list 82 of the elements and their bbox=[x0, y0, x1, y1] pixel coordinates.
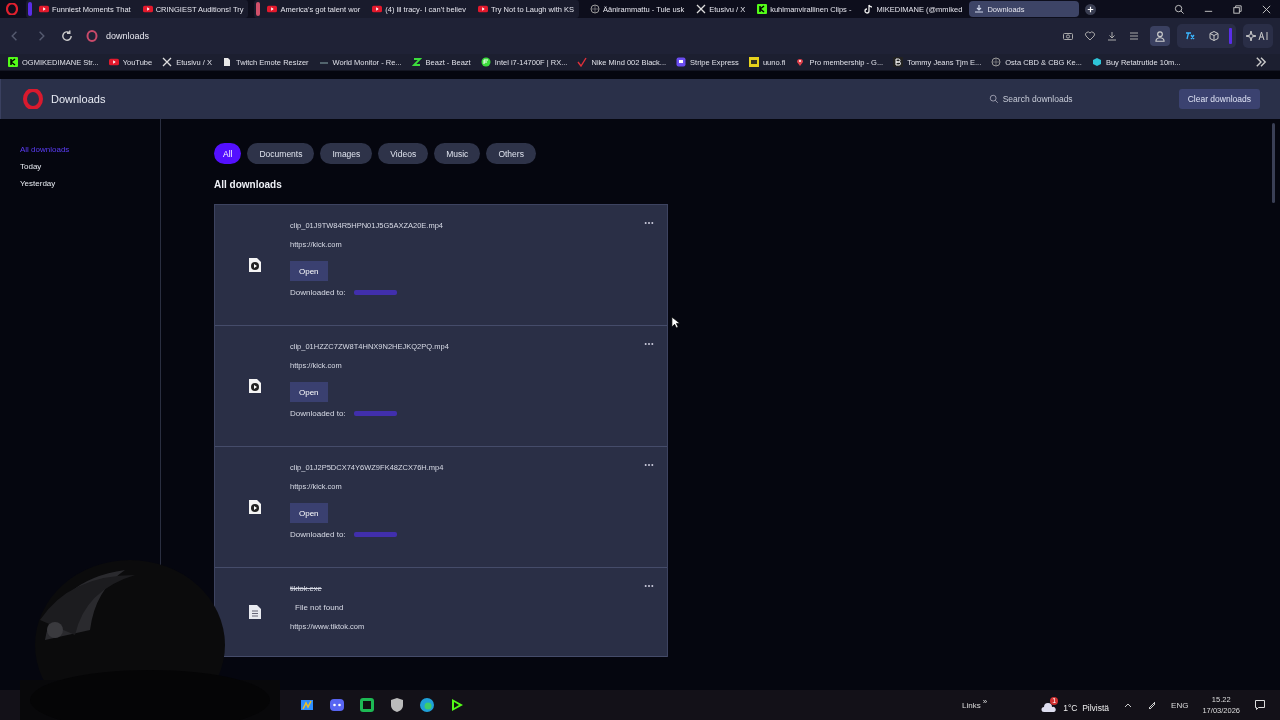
indicator-bar bbox=[1229, 28, 1232, 44]
k-logo-icon bbox=[8, 57, 18, 67]
cube-icon[interactable] bbox=[1208, 30, 1220, 42]
app-icon[interactable] bbox=[359, 697, 375, 713]
language-indicator[interactable]: ENG bbox=[1171, 700, 1189, 710]
menu-icon[interactable] bbox=[1128, 30, 1140, 42]
heart-icon[interactable] bbox=[1084, 30, 1096, 42]
more-options-icon[interactable] bbox=[644, 342, 654, 346]
opera-logo-icon[interactable] bbox=[6, 3, 18, 15]
search-icon bbox=[988, 94, 999, 104]
chat-icon bbox=[676, 57, 687, 67]
swoosh-icon bbox=[577, 57, 588, 67]
circle-logo-icon bbox=[480, 57, 491, 67]
play-icon bbox=[108, 57, 119, 67]
open-button[interactable]: Open bbox=[290, 503, 328, 523]
filter-chip[interactable]: Music bbox=[434, 143, 481, 164]
filter-chip[interactable]: Documents bbox=[247, 143, 315, 164]
pen-icon[interactable] bbox=[1147, 700, 1158, 710]
page-title: Downloads bbox=[51, 93, 106, 105]
search-icon[interactable] bbox=[1174, 3, 1185, 15]
letter-logo-icon bbox=[893, 57, 904, 67]
cube-icon bbox=[1091, 57, 1102, 67]
profile-icon[interactable] bbox=[1150, 26, 1170, 46]
search-field[interactable]: Search downloads bbox=[1002, 94, 1153, 104]
page-icon bbox=[222, 57, 233, 67]
location-label: Downloaded to: bbox=[290, 530, 346, 539]
file-icon bbox=[247, 604, 262, 620]
sidebar-item[interactable]: Yesterday bbox=[20, 179, 160, 188]
section-title: All downloads bbox=[214, 179, 283, 190]
more-options-icon[interactable] bbox=[644, 221, 654, 225]
location-label: Downloaded to: bbox=[290, 288, 346, 297]
filter-chip[interactable]: All bbox=[214, 143, 242, 164]
k-logo-icon bbox=[757, 4, 768, 14]
x-logo-icon bbox=[696, 4, 707, 14]
open-button[interactable]: Open bbox=[290, 261, 328, 281]
tab-group-marker[interactable] bbox=[256, 2, 261, 16]
plus-icon[interactable] bbox=[1085, 3, 1097, 15]
square-logo-icon bbox=[748, 57, 759, 67]
chat-app-icon[interactable] bbox=[329, 697, 345, 713]
camera-icon[interactable] bbox=[1062, 30, 1074, 42]
x-logo-icon bbox=[162, 57, 173, 67]
filter-chip[interactable]: Videos bbox=[378, 143, 429, 164]
globe-icon bbox=[991, 57, 1002, 67]
opera-logo-icon bbox=[23, 89, 43, 109]
play-icon bbox=[39, 4, 49, 14]
reload-icon[interactable] bbox=[60, 29, 74, 43]
more-options-icon[interactable] bbox=[644, 584, 654, 588]
download-icon bbox=[974, 4, 985, 14]
close-icon[interactable] bbox=[1261, 3, 1272, 15]
clear-downloads-button[interactable]: Clear downloads bbox=[1178, 89, 1260, 109]
play-icon bbox=[372, 4, 383, 14]
more-toolbar-chevron[interactable]: » bbox=[982, 696, 988, 706]
play-icon bbox=[267, 4, 278, 14]
video-file-icon bbox=[247, 257, 262, 273]
tab-group-marker[interactable] bbox=[28, 2, 32, 16]
globe-icon bbox=[590, 4, 600, 14]
toolbar-label[interactable]: Links bbox=[962, 700, 981, 710]
play-icon[interactable] bbox=[449, 697, 465, 713]
cloud-icon bbox=[1041, 703, 1058, 713]
open-button[interactable]: Open bbox=[290, 382, 328, 402]
play-icon bbox=[142, 4, 153, 14]
mouse-cursor-icon bbox=[671, 316, 680, 329]
file-status: File not found bbox=[294, 603, 344, 614]
shield-icon[interactable] bbox=[389, 697, 405, 713]
filter-chip[interactable]: Others bbox=[486, 143, 536, 164]
pin-icon bbox=[795, 57, 806, 67]
music-note-icon bbox=[863, 4, 874, 14]
app-icon[interactable] bbox=[299, 697, 315, 713]
play-icon bbox=[477, 4, 488, 14]
restore-icon[interactable] bbox=[1232, 3, 1243, 15]
video-file-icon bbox=[247, 378, 262, 394]
filter-chip[interactable]: Images bbox=[320, 143, 373, 164]
opera-logo-icon bbox=[86, 30, 98, 42]
chevron-icon[interactable] bbox=[1254, 55, 1268, 69]
translate-icon[interactable] bbox=[1184, 30, 1196, 42]
sidebar-item[interactable]: Today bbox=[20, 162, 160, 171]
download-icon[interactable] bbox=[1106, 30, 1118, 42]
more-options-icon[interactable] bbox=[644, 463, 654, 467]
notifications-icon[interactable] bbox=[1254, 699, 1266, 711]
video-file-icon bbox=[247, 499, 262, 515]
location-label: Downloaded to: bbox=[290, 409, 346, 418]
sparkle-icon[interactable] bbox=[1243, 24, 1273, 48]
